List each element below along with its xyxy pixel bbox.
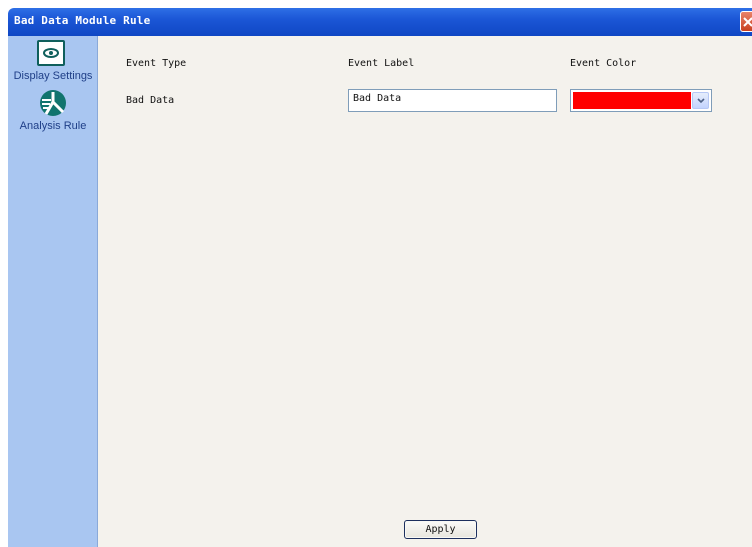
event-color-select[interactable]	[570, 89, 712, 112]
analysis-rule-icon	[40, 90, 66, 116]
sidebar-item-analysis-rule[interactable]: Analysis Rule	[8, 88, 98, 132]
dropdown-button[interactable]	[692, 92, 709, 109]
column-header-event-color: Event Color	[570, 58, 637, 69]
sidebar-item-label: Analysis Rule	[19, 120, 87, 132]
event-settings-panel: Event Type Event Label Event Color Bad D…	[99, 36, 752, 547]
display-settings-icon	[37, 40, 65, 66]
apply-button[interactable]: Apply	[404, 520, 477, 539]
event-label-input[interactable]: Bad Data	[348, 89, 557, 112]
window-title: Bad Data Module Rule	[14, 14, 151, 27]
sidebar: Display Settings Analysis Rule	[8, 36, 98, 547]
sidebar-item-label: Display Settings	[13, 70, 93, 82]
color-swatch	[573, 92, 691, 109]
close-icon	[743, 17, 752, 27]
window-body: Display Settings Analysis Rule Event Typ…	[8, 36, 752, 547]
column-header-event-type: Event Type	[126, 58, 187, 69]
sidebar-item-display-settings[interactable]: Display Settings	[8, 38, 98, 82]
chevron-down-icon	[697, 98, 705, 104]
event-type-value: Bad Data	[126, 95, 175, 106]
title-bar: Bad Data Module Rule	[8, 8, 752, 36]
column-header-event-label: Event Label	[348, 58, 415, 69]
close-button[interactable]	[740, 11, 752, 32]
